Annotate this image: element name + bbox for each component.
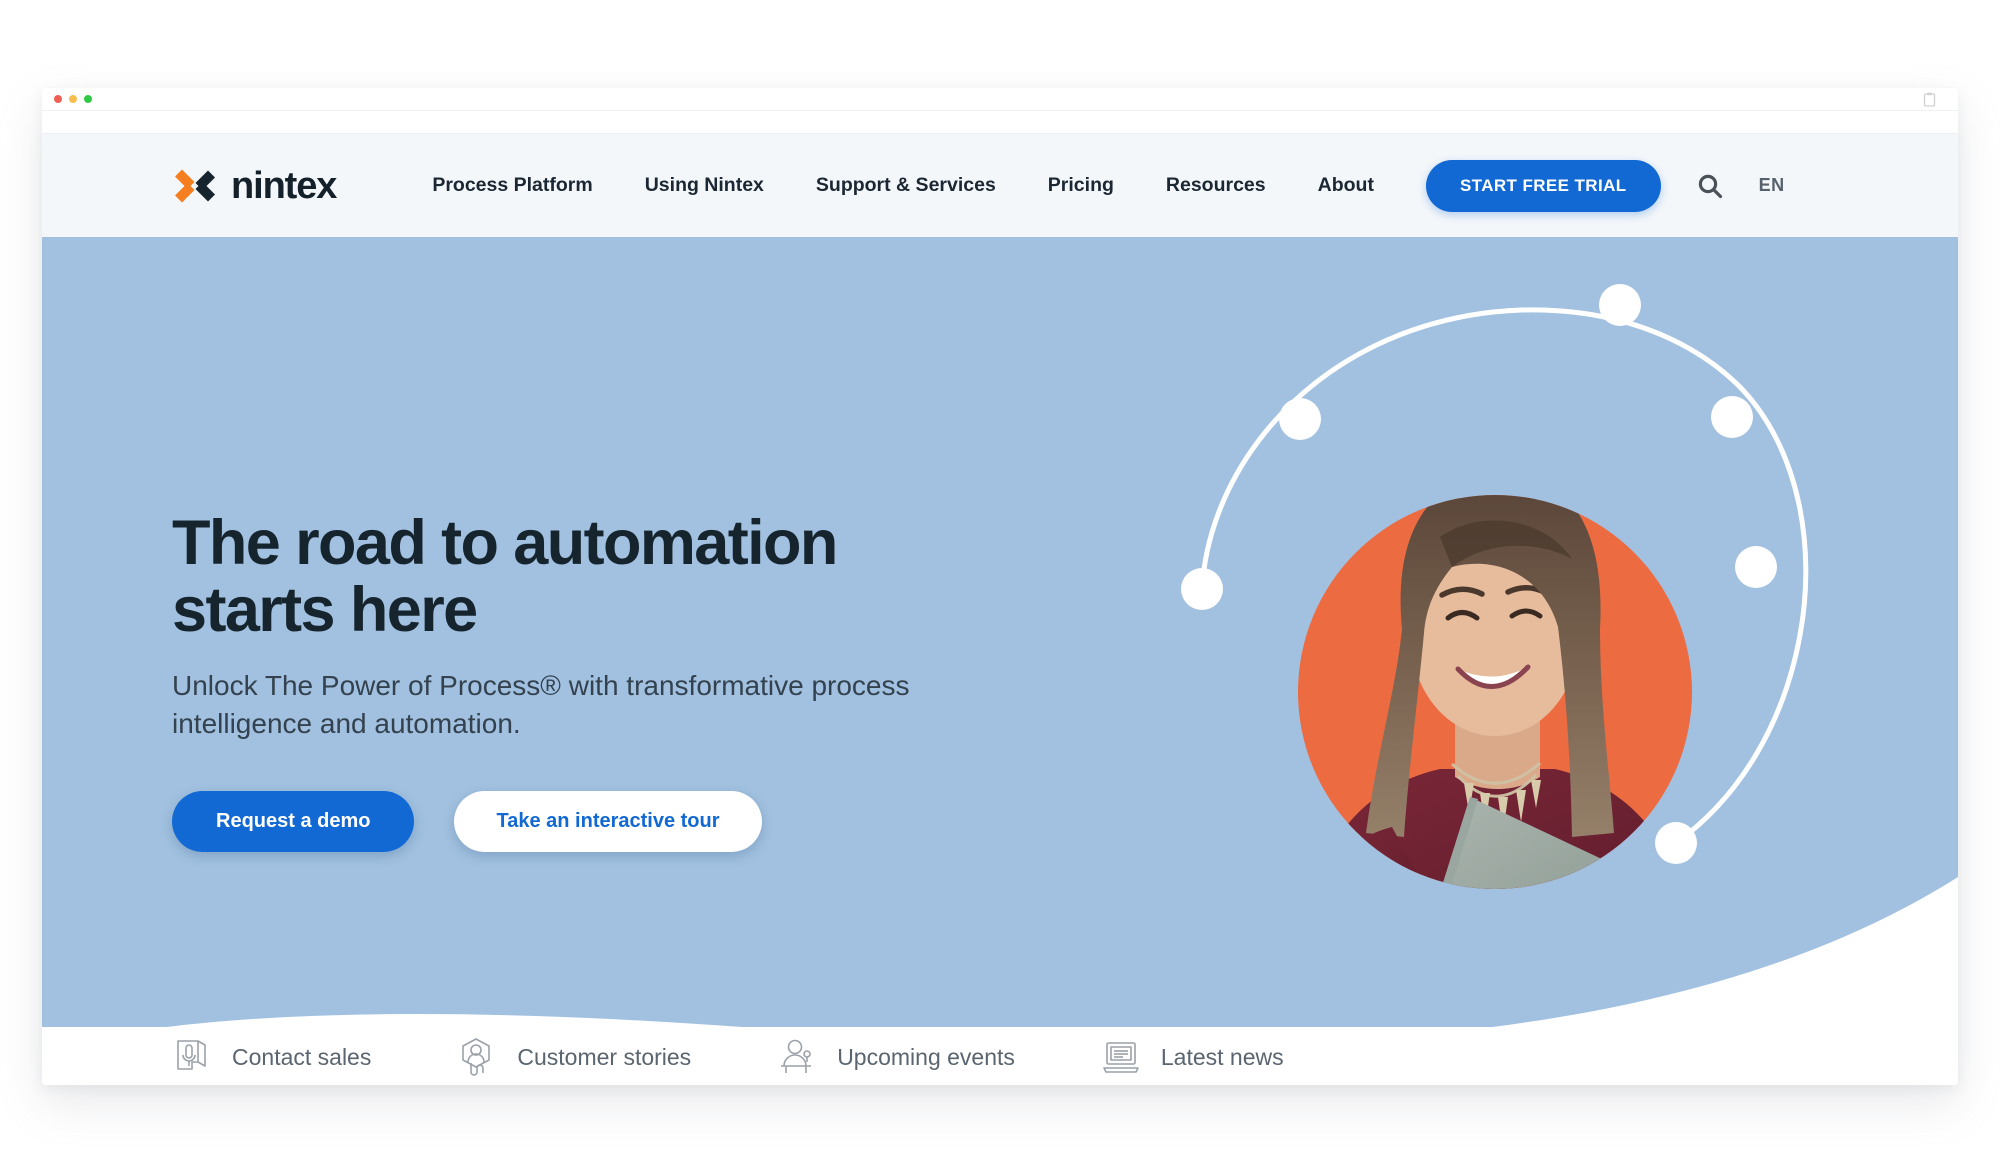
hero-copy: The road to automation starts here Unloc… <box>172 508 962 852</box>
upcoming-events-icon <box>781 1039 812 1073</box>
quicklink-latest-news[interactable]: Latest news <box>1101 1036 1284 1078</box>
nintex-x-logo-icon <box>175 169 215 202</box>
nav-item-using-nintex[interactable]: Using Nintex <box>645 174 764 197</box>
arc-dot-3 <box>1599 284 1641 326</box>
nintex-logo[interactable]: nintex <box>172 164 337 207</box>
quicklink-label: Contact sales <box>232 1043 372 1070</box>
nav-item-resources[interactable]: Resources <box>1166 174 1266 197</box>
hero-title-line-1: The road to automation <box>172 508 838 578</box>
quicklinks-bar: Contact sales Customer stories Upcoming … <box>42 1027 1958 1085</box>
browser-toolbar <box>42 111 1958 134</box>
quicklink-customer-stories[interactable]: Customer stories <box>457 1036 691 1078</box>
header-actions: START FREE TRIAL EN <box>1425 159 1785 212</box>
hero-section: The road to automation starts here Unloc… <box>42 237 1958 1027</box>
minimize-window-button[interactable] <box>69 95 77 103</box>
search-icon <box>1698 174 1722 198</box>
browser-window: nintex Process Platform Using Nintex Sup… <box>42 88 1958 1085</box>
quicklink-label: Latest news <box>1160 1043 1284 1070</box>
quicklink-label: Upcoming events <box>837 1043 1015 1070</box>
hero-visual <box>1181 284 1809 889</box>
request-a-demo-button[interactable]: Request a demo <box>172 790 415 852</box>
hero-subtitle: Unlock The Power of Process® with transf… <box>172 669 910 739</box>
quicklink-contact-sales[interactable]: Contact sales <box>172 1036 371 1078</box>
quicklink-label: Customer stories <box>517 1043 692 1070</box>
nav-item-about[interactable]: About <box>1318 174 1374 197</box>
nav-item-process-platform[interactable]: Process Platform <box>432 174 592 197</box>
primary-navigation: Process Platform Using Nintex Support & … <box>432 174 1374 197</box>
site-header: nintex Process Platform Using Nintex Sup… <box>42 134 1958 237</box>
copy-icon[interactable] <box>1923 92 1936 107</box>
nintex-wordmark: nintex <box>231 164 337 207</box>
quicklink-upcoming-events[interactable]: Upcoming events <box>777 1036 1015 1078</box>
window-traffic-lights <box>54 95 92 103</box>
arc-dot-5 <box>1735 546 1777 588</box>
nav-item-pricing[interactable]: Pricing <box>1048 174 1114 197</box>
arc-dot-2 <box>1279 398 1321 440</box>
take-interactive-tour-button[interactable]: Take an interactive tour <box>454 790 762 852</box>
hero-title: The road to automation starts here <box>172 508 962 646</box>
customer-stories-icon <box>462 1038 491 1076</box>
nav-item-support-services[interactable]: Support & Services <box>816 174 996 197</box>
latest-news-icon <box>1103 1042 1139 1073</box>
search-button[interactable] <box>1695 171 1725 201</box>
arc-dot-4 <box>1711 396 1753 438</box>
page-viewport: nintex Process Platform Using Nintex Sup… <box>42 134 1958 1085</box>
contact-sales-icon <box>177 1040 206 1070</box>
start-free-trial-button[interactable]: START FREE TRIAL <box>1425 159 1661 212</box>
browser-titlebar <box>42 88 1958 111</box>
arc-dot-6 <box>1655 822 1697 864</box>
hero-cta-group: Request a demo Take an interactive tour <box>172 790 962 852</box>
language-selector[interactable]: EN <box>1759 175 1785 196</box>
maximize-window-button[interactable] <box>84 95 92 103</box>
close-window-button[interactable] <box>54 95 62 103</box>
hero-title-line-2: starts here <box>172 575 478 646</box>
arc-dot-1 <box>1181 568 1223 610</box>
